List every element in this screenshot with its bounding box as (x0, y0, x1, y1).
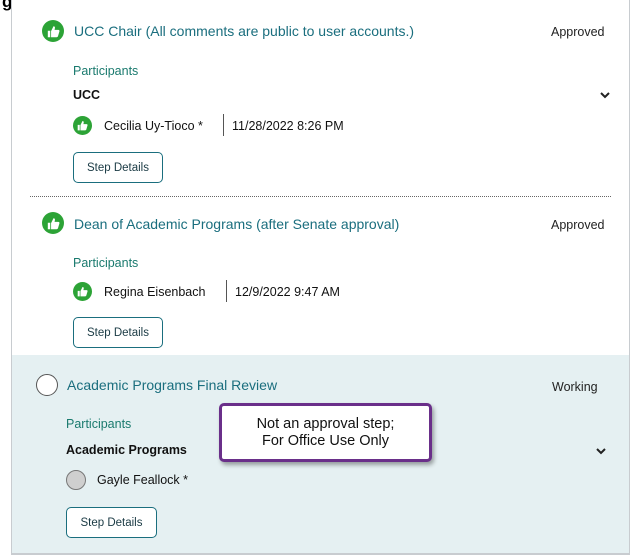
step-status: Approved (551, 218, 605, 232)
panel-bottom-border (11, 553, 630, 555)
separator (223, 114, 224, 136)
step-details-button[interactable]: Step Details (66, 507, 157, 538)
participant-group-name: UCC (73, 88, 101, 102)
callout-line-1: Not an approval step; (256, 415, 395, 432)
thumbs-up-icon (73, 282, 92, 301)
separator (226, 280, 227, 302)
participant-name: Gayle Feallock * (97, 473, 189, 487)
step-status: Working (552, 380, 598, 394)
participants-label: Participants (73, 256, 139, 270)
step-details-button[interactable]: Step Details (73, 317, 163, 348)
thumbs-up-icon (73, 116, 92, 135)
thumbs-up-icon (42, 20, 64, 42)
callout-line-2: For Office Use Only (261, 432, 390, 449)
participants-label: Participants (66, 417, 132, 431)
participant-name: Regina Eisenbach (104, 285, 206, 299)
step-title: UCC Chair (All comments are public to us… (74, 23, 415, 39)
participant-name: Cecilia Uy-Tioco * (104, 119, 203, 133)
step-title: Dean of Academic Programs (after Senate … (74, 216, 400, 232)
approval-timestamp: 12/9/2022 9:47 AM (235, 285, 340, 299)
step-title: Academic Programs Final Review (67, 377, 278, 393)
step-divider (30, 196, 611, 197)
step-details-button[interactable]: Step Details (73, 152, 163, 183)
pending-circle-icon (66, 470, 86, 490)
participant-group-name: Academic Programs (66, 443, 187, 457)
chevron-down-icon[interactable] (598, 88, 612, 102)
open-circle-icon (36, 374, 58, 396)
approval-timestamp: 11/28/2022 8:26 PM (232, 119, 344, 133)
step-status: Approved (551, 25, 605, 39)
thumbs-up-icon (42, 212, 64, 234)
approval-workflow-frame: gnatures UCC Chair (All comments are pub… (0, 0, 632, 557)
participants-label: Participants (73, 64, 139, 78)
annotation-callout: Not an approval step; For Office Use Onl… (219, 403, 432, 462)
chevron-down-icon[interactable] (594, 444, 608, 458)
